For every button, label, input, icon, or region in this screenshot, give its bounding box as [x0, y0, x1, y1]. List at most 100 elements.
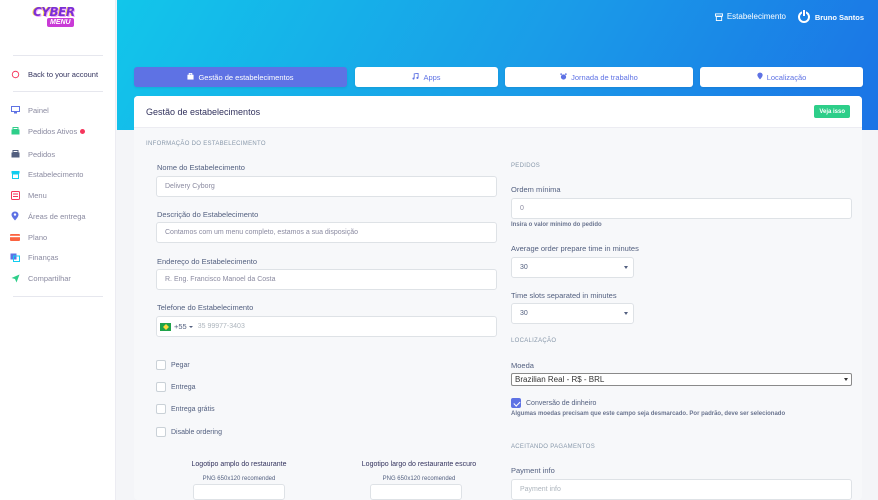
- sidebar-divider: [13, 91, 103, 92]
- sidebar-item-areas-entrega[interactable]: Áreas de entrega: [10, 209, 86, 223]
- description-label: Descrição do Estabelecimento: [157, 210, 259, 219]
- chevron-down-icon: [624, 312, 628, 315]
- checkbox-box[interactable]: [156, 360, 166, 370]
- establishment-card: Gestão de estabelecimentos Veja isso INF…: [134, 96, 862, 500]
- checkbox-entrega[interactable]: Entrega: [156, 382, 196, 392]
- tab-label: Apps: [423, 72, 441, 82]
- phone-input[interactable]: +55 35 99977-3403: [156, 316, 497, 337]
- address-label: Endereço do Estabelecimento: [157, 257, 258, 266]
- min-order-value: 0: [520, 205, 524, 212]
- min-order-input[interactable]: 0: [511, 198, 852, 219]
- brazil-flag-icon: [160, 322, 171, 331]
- notification-dot: [80, 128, 86, 134]
- map-pin-icon: [757, 72, 763, 82]
- card-title: Gestão de estabelecimentos: [146, 107, 261, 117]
- logo-wide-subtitle: PNG 650x120 recomended: [202, 476, 276, 482]
- sidebar-item-label: Estabelecimento: [28, 169, 84, 179]
- time-slots-select[interactable]: 30: [511, 303, 634, 324]
- sidebar-item-pedidos-ativos[interactable]: Pedidos Ativos: [10, 124, 86, 138]
- description-input[interactable]: Contamos com um menu completo, estamos a…: [156, 222, 497, 243]
- tab-apps[interactable]: Apps: [355, 67, 498, 87]
- checkbox-disable-ordering[interactable]: Disable ordering: [156, 427, 222, 437]
- card-header: Gestão de estabelecimentos Veja isso: [134, 96, 862, 128]
- tab-label: Localização: [766, 72, 807, 82]
- description-value: Contamos com um menu completo, estamos a…: [165, 229, 358, 236]
- header-establishment-link[interactable]: Estabelecimento: [714, 12, 786, 21]
- min-order-hint: Insira o valor mínimo do pedido: [511, 222, 602, 228]
- min-order-label: Ordem mínima: [511, 185, 561, 194]
- user-name: Bruno Santos: [814, 12, 864, 22]
- checkbox-box[interactable]: [156, 404, 166, 414]
- sidebar-item-plano[interactable]: Plano: [10, 230, 47, 244]
- logo-line1: CYBER: [33, 5, 75, 19]
- tab-gestao[interactable]: Gestão de estabelecimentos: [134, 67, 347, 87]
- briefcase-icon: [187, 72, 195, 82]
- finance-icon: [10, 252, 20, 262]
- header-establishment-label: Estabelecimento: [726, 12, 786, 21]
- sidebar-divider: [13, 296, 103, 297]
- checkbox-pegar[interactable]: Pegar: [156, 360, 190, 370]
- phone-placeholder: 35 99977-3403: [197, 323, 245, 330]
- map-pin-icon: [10, 211, 20, 221]
- checkbox-conversao[interactable]: Conversão de dinheiro: [511, 398, 596, 408]
- section-payments-title: ACEITANDO PAGAMENTOS: [511, 444, 596, 450]
- tab-localizacao[interactable]: Localização: [700, 67, 863, 87]
- sidebar-item-label: Pedidos Ativos: [28, 126, 78, 136]
- checkbox-label: Entrega: [171, 383, 196, 391]
- sidebar-item-financas[interactable]: Finanças: [10, 250, 58, 264]
- music-note-icon: [412, 72, 419, 82]
- currency-select[interactable]: Brazilian Real - R$ - BRL: [511, 373, 852, 386]
- address-input[interactable]: R. Eng. Francisco Manoel da Costa: [156, 269, 497, 290]
- sidebar-item-label: Pedidos: [28, 149, 56, 159]
- checkbox-label: Entrega grátis: [171, 405, 215, 413]
- name-input[interactable]: Delivery Cyborg: [156, 176, 497, 197]
- monitor-icon: [10, 105, 20, 115]
- checkbox-box-checked[interactable]: [511, 398, 521, 408]
- logo-wide-upload[interactable]: [193, 484, 285, 500]
- user-menu[interactable]: Bruno Santos: [797, 10, 864, 23]
- checkbox-box[interactable]: [156, 382, 166, 392]
- store-icon: [10, 169, 20, 179]
- checkbox-label: Conversão de dinheiro: [526, 399, 597, 407]
- checkbox-label: Pegar: [171, 361, 190, 369]
- time-slots-value: 30: [520, 310, 528, 317]
- checkbox-box[interactable]: [156, 427, 166, 437]
- alarm-icon: [560, 72, 567, 82]
- view-button[interactable]: Veja isso: [814, 105, 850, 118]
- sidebar-item-painel[interactable]: Painel: [10, 103, 49, 117]
- chevron-down-icon: [624, 266, 628, 269]
- phone-label: Telefone do Estabelecimento: [157, 303, 254, 312]
- sidebar-item-label: Menu: [28, 190, 47, 200]
- logo-line2: MENU: [47, 18, 74, 27]
- country-code-select[interactable]: +55: [157, 317, 198, 336]
- sidebar-item-label: Plano: [28, 232, 48, 242]
- sidebar-item-label: Compartilhar: [28, 273, 71, 283]
- sidebar: CYBER MENU Back to your account Painel P…: [0, 0, 116, 500]
- sidebar-item-estabelecimento[interactable]: Estabelecimento: [10, 167, 83, 181]
- payment-info-label: Payment info: [511, 466, 555, 475]
- cyber-menu-logo[interactable]: CYBER MENU: [33, 6, 83, 32]
- payment-info-input[interactable]: Payment info: [511, 479, 852, 500]
- name-value: Delivery Cyborg: [165, 183, 215, 190]
- chevron-down-icon: [188, 325, 193, 328]
- sidebar-item-label: Painel: [28, 105, 49, 115]
- logo-dark-subtitle: PNG 650x120 recomended: [382, 476, 456, 482]
- tab-label: Gestão de estabelecimentos: [198, 72, 294, 82]
- sidebar-item-compartilhar[interactable]: Compartilhar: [10, 271, 71, 285]
- payment-info-placeholder: Payment info: [520, 486, 561, 493]
- prep-time-select[interactable]: 30: [511, 257, 634, 278]
- credit-card-icon: [10, 232, 20, 242]
- logo-dark-upload[interactable]: [370, 484, 462, 500]
- section-location-title: LOCALIZAÇÃO: [511, 338, 557, 344]
- sidebar-item-menu[interactable]: Menu: [10, 188, 47, 202]
- time-slots-label: Time slots separated in minutes: [511, 291, 617, 300]
- sidebar-item-pedidos[interactable]: Pedidos: [10, 147, 55, 161]
- tab-jornada[interactable]: Jornada de trabalho: [505, 67, 693, 87]
- checkbox-entrega-gratis[interactable]: Entrega grátis: [156, 404, 215, 414]
- prep-time-value: 30: [520, 264, 528, 271]
- send-icon: [10, 273, 20, 283]
- address-value: R. Eng. Francisco Manoel da Costa: [165, 276, 276, 283]
- basket-icon: [10, 126, 20, 136]
- sidebar-back-account[interactable]: Back to your account: [10, 67, 98, 81]
- section-orders-title: PEDIDOS: [511, 163, 541, 169]
